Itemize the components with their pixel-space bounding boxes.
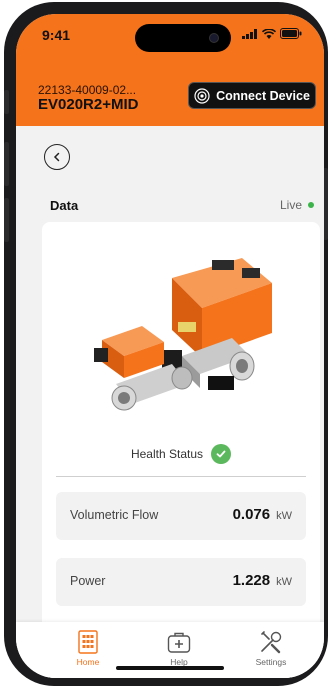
home-indicator (116, 666, 224, 670)
section-title: Data (50, 198, 79, 213)
volume-down-button (4, 198, 9, 242)
live-indicator: Live (280, 198, 314, 212)
data-card: Health Status Volumetric Flow 0.076 kW P… (42, 222, 320, 678)
metric-unit: kW (276, 576, 292, 588)
device-model: EV020R2+MID (38, 96, 139, 113)
divider (56, 476, 306, 477)
target-icon (194, 87, 210, 104)
nav-help[interactable]: Help (144, 630, 214, 667)
metric-number: 1.228 (232, 572, 271, 589)
dynamic-island (135, 24, 231, 52)
health-status-label: Health Status (130, 447, 204, 461)
back-button[interactable] (44, 144, 70, 170)
signal-icon (242, 28, 257, 39)
metric-unit: kW (276, 510, 292, 522)
metric-number: 0.076 (232, 506, 271, 523)
first-aid-kit-icon (167, 632, 191, 653)
nav-settings[interactable]: Settings (236, 630, 306, 667)
camera-icon (209, 33, 219, 43)
live-label: Live (279, 198, 302, 212)
screen: 9:41 22133-40009-02... EV020R2+MID Conne… (16, 14, 324, 678)
metric-row-volumetric-flow: Volumetric Flow 0.076 kW (56, 492, 306, 540)
tools-icon (261, 631, 282, 654)
metric-row-power: Power 1.228 kW (56, 558, 306, 606)
nav-home-label: Home (76, 657, 100, 667)
status-time: 9:41 (42, 27, 71, 43)
volume-up-button (4, 142, 9, 186)
connect-device-button[interactable]: Connect Device (188, 82, 316, 109)
metric-value: 0.076 kW (233, 506, 292, 523)
app-header: 9:41 22133-40009-02... EV020R2+MID Conne… (16, 14, 324, 126)
status-icons (242, 28, 302, 39)
check-circle-icon (211, 444, 232, 464)
live-dot-icon (308, 202, 314, 208)
battery-icon (280, 28, 302, 39)
nav-home[interactable]: Home (53, 630, 123, 667)
phone-frame: 9:41 22133-40009-02... EV020R2+MID Conne… (4, 2, 328, 686)
nav-settings-label: Settings (255, 657, 287, 667)
home-grid-icon (78, 630, 98, 654)
valve-actuator-image (94, 258, 272, 411)
connect-device-label: Connect Device (216, 88, 310, 103)
device-serial: 22133-40009-02... (38, 83, 137, 97)
metric-label: Power (70, 574, 106, 588)
health-status: Health Status (42, 444, 320, 464)
silent-switch (4, 90, 9, 114)
chevron-left-icon (53, 152, 60, 162)
wifi-icon (262, 28, 276, 39)
metric-label: Volumetric Flow (70, 508, 159, 522)
metric-value: 1.228 kW (233, 572, 292, 589)
